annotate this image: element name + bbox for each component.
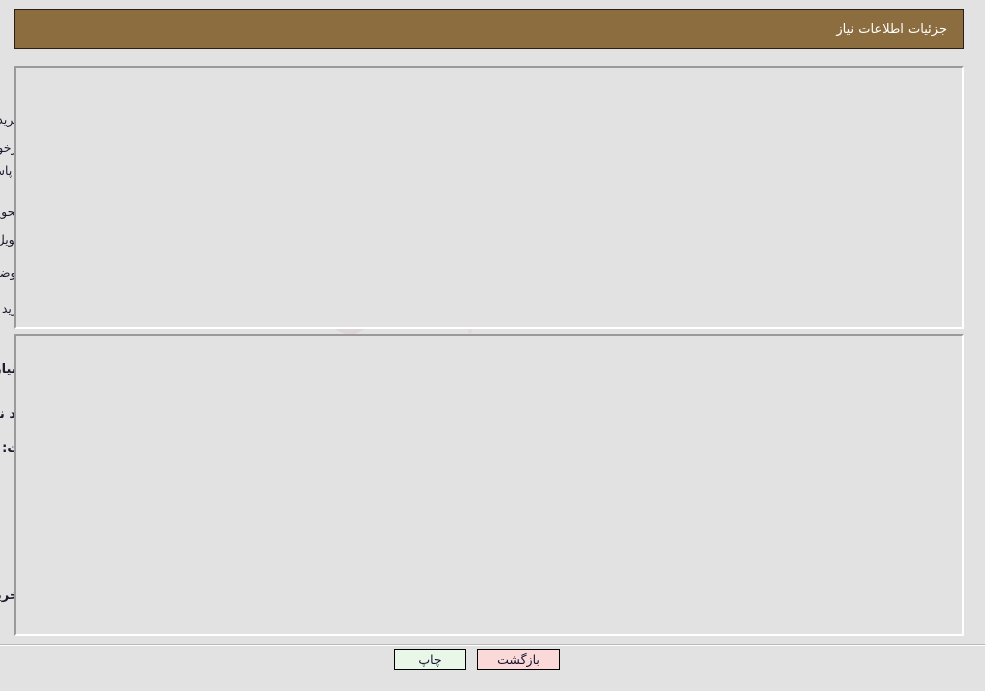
- need-details-page: AriaTender.net جزئیات اطلاعات نیاز شماره…: [0, 0, 985, 691]
- need-info-panel: [14, 66, 964, 329]
- back-button[interactable]: بازگشت: [477, 649, 560, 670]
- page-title: جزئیات اطلاعات نیاز: [14, 9, 964, 49]
- print-button[interactable]: چاپ: [394, 649, 466, 670]
- footer-divider: [0, 644, 985, 646]
- page-title-text: جزئیات اطلاعات نیاز: [836, 21, 947, 37]
- service-details-panel: [14, 334, 964, 636]
